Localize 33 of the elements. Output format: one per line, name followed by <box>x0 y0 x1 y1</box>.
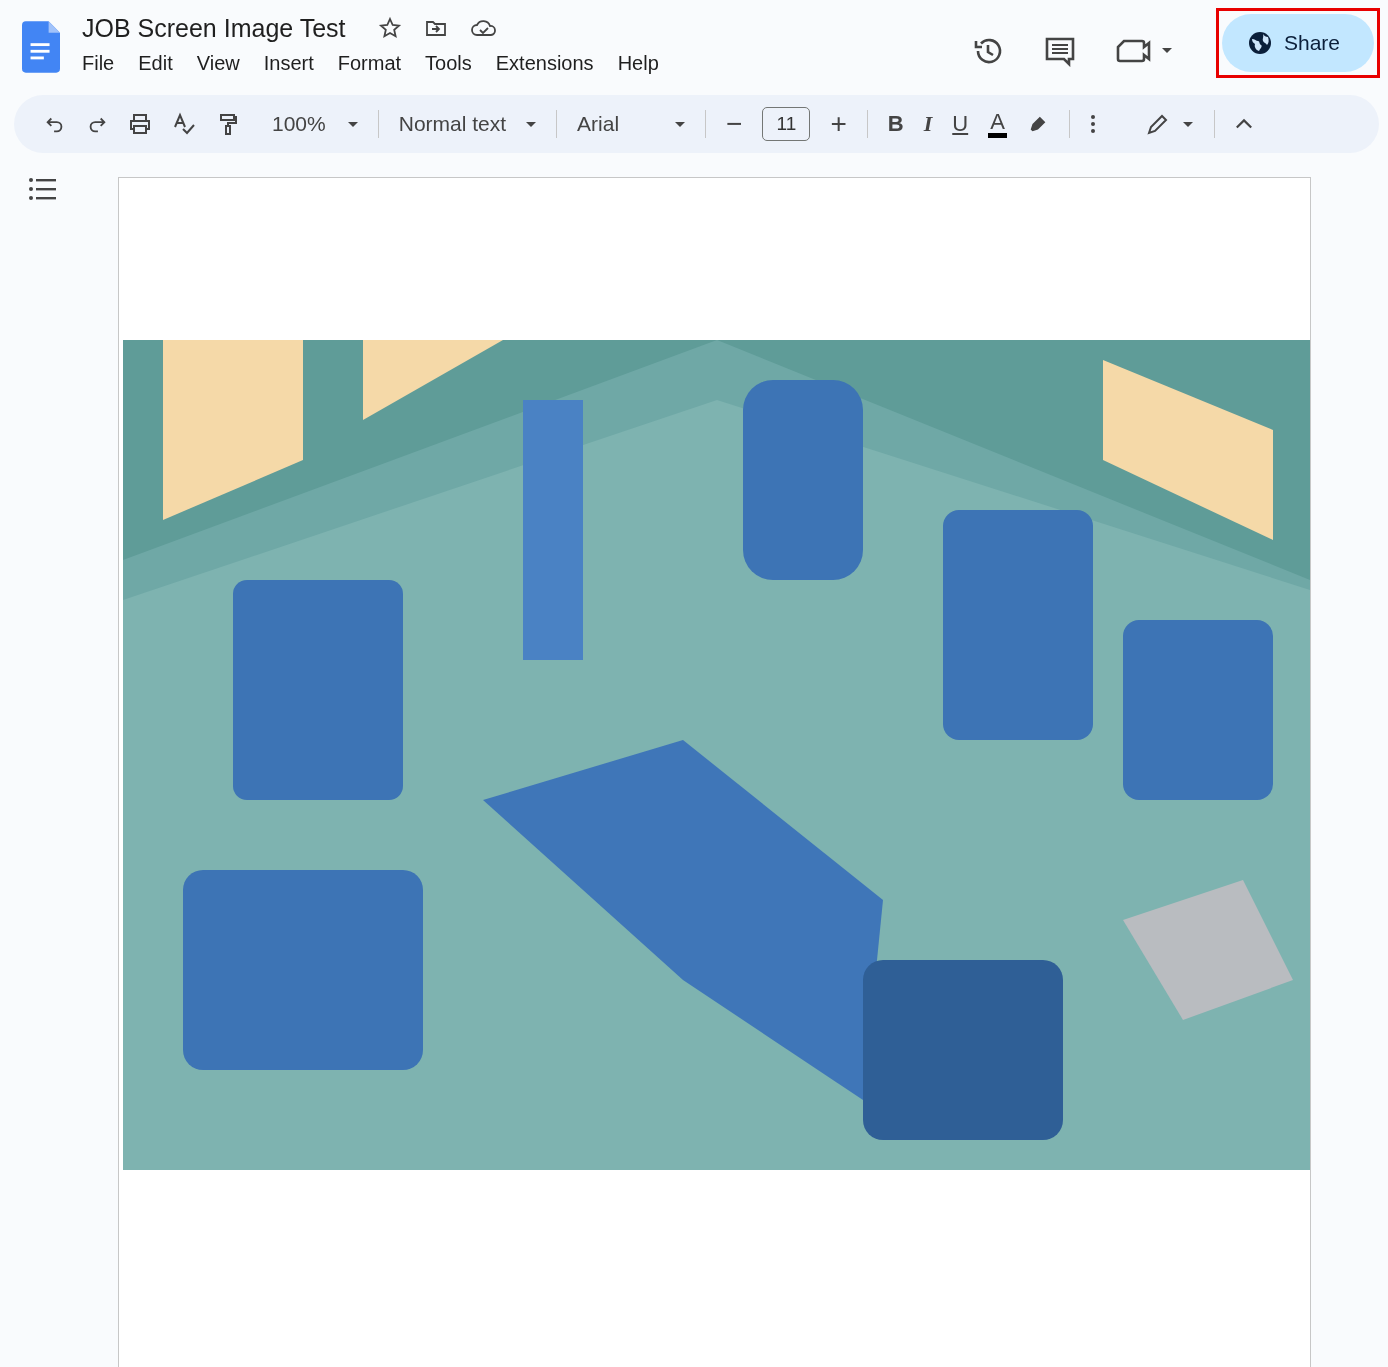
increase-font-size-button[interactable]: + <box>830 110 847 138</box>
print-icon[interactable] <box>128 112 152 136</box>
pencil-icon[interactable] <box>1145 112 1194 136</box>
menu-item[interactable]: File <box>82 52 115 75</box>
menu-item[interactable]: Extensions <box>495 52 594 75</box>
menu-item[interactable]: Tools <box>425 52 472 75</box>
document-title[interactable]: JOB Screen Image Test <box>82 13 346 43</box>
text-color-button[interactable]: A <box>988 109 1007 139</box>
font-size-field[interactable]: 11 <box>762 107 811 141</box>
comment-icon[interactable] <box>1043 35 1076 67</box>
spellcheck-icon[interactable] <box>172 112 196 136</box>
outline-icon[interactable] <box>28 177 56 201</box>
document-logo-icon[interactable] <box>22 21 60 73</box>
decrease-font-size-button[interactable]: − <box>726 110 743 138</box>
menu-item[interactable]: Help <box>617 52 659 75</box>
collapse-icon[interactable] <box>1234 118 1253 130</box>
menu-item[interactable]: Edit <box>138 52 173 75</box>
globe-icon <box>1247 31 1272 55</box>
font-dropdown[interactable]: Arial <box>577 112 686 136</box>
share-button[interactable]: Share <box>1221 14 1374 72</box>
menu-item[interactable]: Insert <box>263 52 314 75</box>
menu-item[interactable]: View <box>196 52 240 75</box>
caret-icon <box>526 121 537 127</box>
italic-button[interactable]: I <box>923 113 933 135</box>
bold-button[interactable]: B <box>887 113 904 135</box>
caret-icon <box>675 121 686 127</box>
star-icon[interactable] <box>377 16 402 40</box>
caret-icon <box>347 121 358 127</box>
zoom-dropdown[interactable]: 100% <box>272 112 358 136</box>
menu-item[interactable]: Format <box>337 52 402 75</box>
more-options-icon[interactable] <box>1089 114 1096 134</box>
paragraph-style-dropdown[interactable]: Normal text <box>398 112 537 136</box>
underline-button[interactable]: U <box>952 113 969 135</box>
